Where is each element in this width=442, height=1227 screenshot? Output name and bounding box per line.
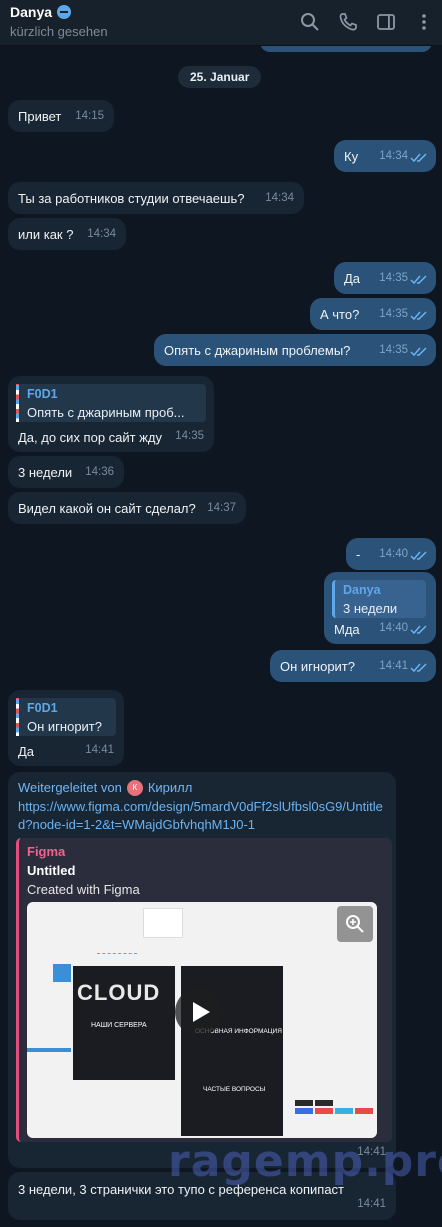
message-time: 14:34 (87, 228, 116, 241)
reply-author: Danya (343, 583, 381, 597)
preview-image[interactable]: CLOUD НАШИ СЕРВЕРА ОСНОВНАЯ ИНФОРМАЦИЯ Ч… (27, 902, 377, 1138)
reply-text: 3 недели (343, 601, 398, 616)
thumb-panel-left: CLOUD НАШИ СЕРВЕРА (73, 966, 175, 1080)
message-time: 14:41 (85, 744, 114, 757)
thumb-brand: CLOUD (77, 980, 161, 1005)
sidebar-toggle-icon[interactable] (376, 12, 396, 32)
read-checks-icon (410, 663, 427, 673)
message-bubble[interactable]: Видел какой он сайт сделал? 14:37 (8, 492, 246, 524)
preview-title: Untitled (27, 862, 76, 878)
message-text: Да (344, 271, 361, 286)
play-button[interactable] (175, 988, 223, 1036)
message-time: 14:40 (379, 548, 408, 561)
reply-text: Он игнорит? (27, 719, 102, 734)
thumb-heading: ЧАСТЫЕ ВОПРОСЫ (203, 1086, 266, 1093)
message-text: Да, до сих пор сайт жду (18, 430, 163, 445)
message-text: - (356, 547, 361, 562)
message-text: Привет (18, 109, 62, 124)
previous-message-edge (260, 46, 432, 52)
message-text: 3 недели (18, 465, 73, 480)
figma-link[interactable]: https://www.figma.com/design/5mardV0dFf2… (18, 798, 386, 833)
message-bubble[interactable]: F0D1 Опять с джариным проб... Да, до сих… (8, 376, 214, 452)
read-checks-icon (410, 311, 427, 321)
message-time: 14:15 (75, 110, 104, 123)
forward-label: Weitergeleitet von (18, 780, 122, 796)
message-bubble[interactable]: 3 недели 14:36 (8, 456, 124, 488)
message-bubble[interactable]: - 14:40 (346, 538, 436, 570)
read-checks-icon (410, 153, 427, 163)
message-bubble[interactable]: Ку 14:34 (334, 140, 436, 172)
message-text: Он игнорит? (280, 659, 355, 674)
message-time: 14:35 (379, 272, 408, 285)
message-time: 14:36 (85, 466, 114, 479)
message-time: 14:40 (379, 622, 408, 635)
reply-quote[interactable]: F0D1 Он игнорит? (16, 698, 116, 736)
message-list[interactable]: 25. Januar Привет 14:15 Ку 14:34 Ты за р… (0, 46, 442, 1227)
forward-avatar: К (126, 780, 143, 796)
zoom-in-icon (346, 915, 364, 933)
chat-header: Danya kürzlich gesehen (0, 0, 442, 46)
message-bubble[interactable]: Да 14:35 (334, 262, 436, 294)
message-time: 14:35 (379, 308, 408, 321)
message-bubble[interactable]: Ты за работников студии отвечаешь? 14:34 (8, 182, 304, 214)
reply-author: F0D1 (27, 387, 58, 401)
phone-icon[interactable] (338, 12, 358, 32)
message-bubble[interactable]: Опять с джариным проблемы? 14:35 (154, 334, 436, 366)
message-text: Ку (344, 149, 359, 164)
message-time: 14:34 (379, 150, 408, 163)
message-time: 14:41 (357, 1198, 386, 1211)
forwarded-message[interactable]: Weitergeleitet von К Кирилл https://www.… (8, 772, 396, 1168)
message-bubble[interactable]: А что? 14:35 (310, 298, 436, 330)
thumb-side-bar (27, 1048, 71, 1052)
zoom-button[interactable] (337, 906, 373, 942)
preview-description: Created with Figma (27, 882, 140, 898)
date-separator: 25. Januar (178, 66, 262, 88)
message-text: А что? (320, 307, 360, 322)
read-checks-icon (410, 347, 427, 357)
play-icon (193, 1002, 210, 1022)
message-text: Ты за работников студии отвечаешь? (18, 191, 245, 206)
link-preview[interactable]: Figma Untitled Created with Figma CLOUD … (16, 838, 392, 1142)
thumb-logo-block (53, 964, 71, 982)
message-time: 14:41 (379, 660, 408, 673)
more-vert-icon[interactable] (414, 12, 434, 32)
forward-sender[interactable]: Кирилл (148, 780, 193, 796)
read-checks-icon (410, 625, 427, 635)
thumb-wire-line (97, 942, 137, 954)
preview-site: Figma (27, 844, 66, 859)
message-bubble[interactable]: или как ? 14:34 (8, 218, 126, 250)
message-bubble[interactable]: Он игнорит? 14:41 (270, 650, 436, 682)
message-time: 14:35 (175, 430, 204, 443)
read-checks-icon (410, 551, 427, 561)
blocked-badge-icon (57, 5, 72, 19)
message-bubble[interactable]: Привет 14:15 (8, 100, 114, 132)
reply-text: Опять с джариным проб... (27, 405, 185, 420)
reply-quote[interactable]: F0D1 Опять с джариным проб... (16, 384, 206, 422)
thumb-color-swatches (295, 1100, 375, 1118)
message-text: или как ? (18, 227, 74, 242)
watermark-logo: ragemp.pro (168, 1136, 442, 1187)
reply-author: F0D1 (27, 701, 58, 715)
message-text: Опять с джариным проблемы? (164, 343, 351, 358)
message-text: Да (18, 744, 35, 759)
message-bubble[interactable]: Danya 3 недели Мда 14:40 (324, 572, 436, 644)
message-time: 14:35 (379, 344, 408, 357)
message-text: Мда (334, 622, 360, 637)
reply-quote[interactable]: Danya 3 недели (332, 580, 426, 618)
message-time: 14:34 (265, 192, 294, 205)
message-time: 14:37 (207, 502, 236, 515)
thumb-heading: НАШИ СЕРВЕРА (91, 1022, 147, 1029)
read-checks-icon (410, 275, 427, 285)
message-text: Видел какой он сайт сделал? (18, 501, 196, 516)
forward-header[interactable]: Weitergeleitet von К Кирилл (18, 780, 192, 796)
contact-name[interactable]: Danya (10, 4, 52, 20)
search-icon[interactable] (300, 12, 320, 32)
message-bubble[interactable]: F0D1 Он игнорит? Да 14:41 (8, 690, 124, 766)
thumb-wire-card (143, 908, 183, 938)
